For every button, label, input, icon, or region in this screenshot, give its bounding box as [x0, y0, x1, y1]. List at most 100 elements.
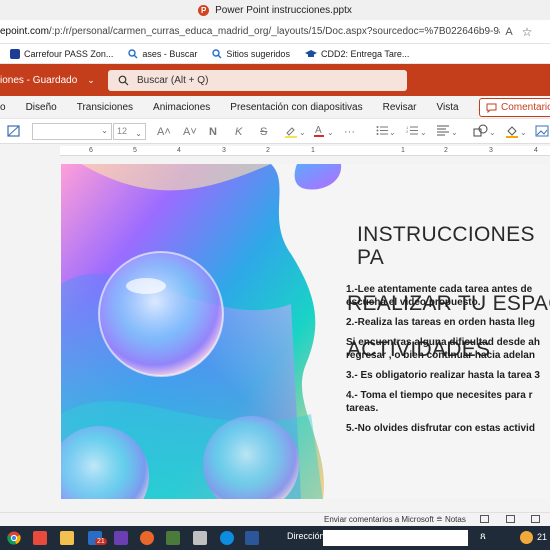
carrefour-icon: [10, 48, 20, 59]
ruler-number: 4: [177, 147, 181, 154]
horizontal-ruler: 6 5 4 3 2 1 1 2 3 4: [60, 146, 550, 156]
ruler-number: 3: [222, 147, 226, 154]
bullet-list-icon[interactable]: [376, 125, 388, 136]
slide-sorter-icon[interactable]: [506, 515, 515, 523]
ruler-margin: [0, 146, 60, 156]
bookmark-carrefour[interactable]: Carrefour PASS Zon...: [0, 48, 118, 59]
mail-badge: 21: [95, 538, 107, 545]
tab-presentacion[interactable]: Presentación con diapositivas: [220, 102, 372, 113]
instruction-line: 1.-Lee atentamente cada tarea antes de: [346, 284, 533, 295]
word-icon[interactable]: [245, 531, 259, 545]
search-icon: [212, 48, 222, 58]
instruction-item: 5.-No olvides disfrutar con estas activi…: [346, 422, 550, 435]
windows-taskbar: 21 Dirección ጸ 21: [0, 526, 550, 550]
reading-view-icon[interactable]: [531, 515, 540, 523]
address-toolbar-label: Dirección: [287, 531, 325, 541]
search-icon: [118, 75, 129, 86]
weather-icon[interactable]: [520, 531, 533, 544]
ruler-number: 1: [401, 147, 405, 154]
ruler-number: 5: [133, 147, 137, 154]
instruction-line: Si encuentras alguna dificultad desde ah: [346, 337, 540, 348]
slide-body[interactable]: 1.-Lee atentamente cada tarea antes de e…: [346, 283, 550, 442]
strikethrough-icon[interactable]: S: [260, 122, 267, 142]
shapes-icon[interactable]: [473, 124, 488, 137]
feedback-link[interactable]: Enviar comentarios a Microsoft: [324, 515, 434, 524]
chevron-down-icon[interactable]: ⌄: [87, 75, 95, 86]
tab-animaciones[interactable]: Animaciones: [143, 102, 220, 113]
reader-view-icon[interactable]: A: [500, 26, 518, 38]
app-icon[interactable]: [166, 531, 180, 545]
url-text[interactable]: epoint.com/:p:/r/personal/carmen_curras_…: [0, 26, 500, 37]
app-icon[interactable]: [114, 531, 128, 545]
chevron-down-icon[interactable]: ⌄: [420, 122, 427, 142]
highlight-icon[interactable]: [284, 125, 298, 138]
app-icon[interactable]: [193, 531, 207, 545]
address-toolbar-input[interactable]: [323, 530, 468, 546]
tab-insertar[interactable]: o: [0, 102, 16, 113]
instruction-line: 4.- Toma el tiempo que necesites para r: [346, 390, 533, 401]
ruler-number: 6: [89, 147, 93, 154]
grow-font-icon[interactable]: A˄: [157, 122, 171, 142]
slide[interactable]: INSTRUCCIONES PA REALIZAR TU ESPAC ACTIV…: [61, 164, 550, 499]
chevron-down-icon: ⌄: [101, 126, 108, 135]
instruction-item: 2.-Realiza las tareas en orden hasta lle…: [346, 316, 550, 329]
clock[interactable]: 21: [537, 532, 547, 542]
font-family-select[interactable]: ⌄: [32, 123, 112, 140]
tab-diseno[interactable]: Diseño: [16, 102, 67, 113]
chevron-down-icon: ⌄: [135, 129, 142, 138]
numbered-list-icon[interactable]: 12: [406, 125, 418, 136]
ruler-number: 3: [489, 147, 493, 154]
formatting-toolbar: ⌄ 12 ⌄ A˄ A˅ N K S ⌄ A ⌄ ··· ⌄ 12 ⌄ ⌄ ⌄ ⌄: [0, 118, 550, 144]
chevron-down-icon[interactable]: ⌄: [327, 122, 334, 142]
media-player-icon[interactable]: [33, 531, 47, 545]
bold-icon[interactable]: N: [209, 122, 217, 142]
notes-button[interactable]: ≘ Notas: [436, 515, 466, 524]
instruction-line: 2.-Realiza las tareas en orden hasta lle…: [346, 317, 535, 328]
shape-fill-icon[interactable]: [505, 124, 519, 138]
instruction-item: 1.-Lee atentamente cada tarea antes de e…: [346, 283, 550, 309]
chevron-down-icon[interactable]: ⌄: [299, 122, 306, 142]
address-bar[interactable]: epoint.com/:p:/r/personal/carmen_curras_…: [0, 20, 550, 44]
svg-text:2: 2: [406, 129, 409, 134]
search-input[interactable]: [137, 75, 397, 86]
italic-icon[interactable]: K: [235, 122, 242, 142]
chevron-down-icon[interactable]: ⌄: [389, 122, 396, 142]
bookmark-sitios-sugeridos[interactable]: Sitios sugeridos: [202, 49, 295, 59]
instruction-line: escucha el video propuesto.: [346, 297, 481, 308]
shrink-font-icon[interactable]: A˅: [183, 122, 197, 142]
document-status[interactable]: iones - Guardado: [0, 75, 77, 86]
comment-icon: [486, 103, 497, 113]
bookmark-cdd2[interactable]: CDD2: Entrega Tare...: [295, 49, 414, 59]
svg-text:A: A: [315, 125, 322, 136]
office-search[interactable]: [108, 70, 407, 91]
chevron-down-icon[interactable]: ⌄: [489, 122, 496, 142]
instruction-line: 5.-No olvides disfrutar con estas activi…: [346, 423, 535, 434]
file-explorer-icon[interactable]: [60, 531, 74, 545]
bookmark-ases-buscar[interactable]: ases - Buscar: [118, 49, 202, 59]
font-size-select[interactable]: 12 ⌄: [113, 123, 146, 140]
tab-transiciones[interactable]: Transiciones: [67, 102, 143, 113]
comments-button[interactable]: Comentarios: [479, 98, 550, 117]
comments-label: Comentarios: [501, 102, 550, 113]
more-options-icon[interactable]: ···: [344, 122, 355, 142]
browser-title-bar: P Power Point instrucciones.pptx: [0, 0, 550, 20]
bookmark-label: ases - Buscar: [142, 48, 198, 59]
firefox-icon[interactable]: [140, 531, 154, 545]
slide-title-line: INSTRUCCIONES PA: [357, 223, 535, 269]
chrome-icon[interactable]: [7, 531, 21, 545]
favorite-star-icon[interactable]: ☆: [518, 25, 536, 39]
shape-format-icon[interactable]: [7, 125, 20, 137]
edge-icon[interactable]: [220, 531, 234, 545]
instruction-item: 4.- Toma el tiempo que necesites para r …: [346, 389, 550, 415]
picture-icon[interactable]: [535, 124, 549, 138]
tab-vista[interactable]: Vista: [427, 102, 469, 113]
align-text-icon[interactable]: [437, 125, 449, 136]
normal-view-icon[interactable]: [480, 515, 489, 523]
chevron-down-icon[interactable]: ⌄: [520, 122, 527, 142]
people-icon[interactable]: ጸ: [480, 531, 486, 542]
chevron-down-icon[interactable]: ⌄: [451, 122, 458, 142]
tab-revisar[interactable]: Revisar: [373, 102, 427, 113]
font-color-icon[interactable]: A: [313, 124, 325, 138]
bookmark-label: CDD2: Entrega Tare...: [320, 48, 410, 59]
ruler-number: 4: [534, 147, 538, 154]
